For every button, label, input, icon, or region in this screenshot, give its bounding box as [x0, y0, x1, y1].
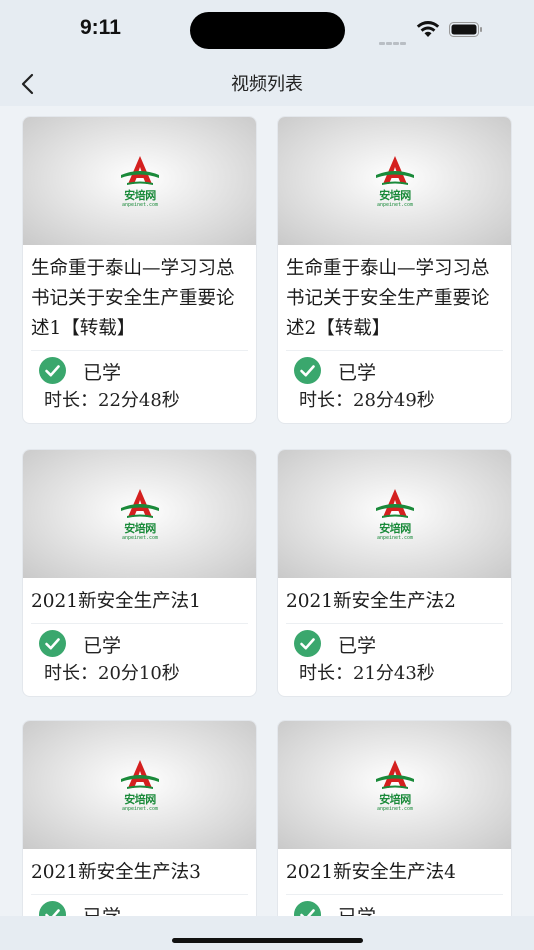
- study-status: 已学: [294, 895, 511, 916]
- logo-a-icon: [376, 760, 414, 789]
- video-duration: 时长：21分43秒: [299, 663, 435, 684]
- study-status: 已学: [39, 895, 256, 916]
- anpei-logo: 安培网 anpeinet.com: [370, 154, 420, 210]
- anpei-logo: 安培网 anpeinet.com: [370, 758, 420, 814]
- video-thumbnail[interactable]: 安培网 anpeinet.com: [23, 721, 256, 849]
- video-duration: 时长：22分48秒: [44, 390, 180, 411]
- logo-url: anpeinet.com: [376, 202, 414, 208]
- logo-text: 安培网: [124, 793, 156, 806]
- logo-text: 安培网: [379, 522, 411, 535]
- battery-icon: [449, 22, 482, 37]
- logo-text: 安培网: [124, 189, 156, 202]
- logo-url: anpeinet.com: [376, 806, 414, 812]
- video-card[interactable]: 安培网 anpeinet.com 生命重于泰山—学习习总书记关于安全生产重要论述…: [22, 116, 257, 424]
- video-title: 2021新安全生产法1: [31, 591, 201, 612]
- video-thumbnail[interactable]: 安培网 anpeinet.com: [278, 117, 511, 245]
- status-label: 已学: [338, 362, 377, 384]
- navigation-bar: 视频列表: [0, 60, 534, 106]
- status-label: 已学: [338, 635, 377, 657]
- video-thumbnail[interactable]: 安培网 anpeinet.com: [278, 450, 511, 578]
- checkmark-circle-icon: [294, 630, 321, 657]
- video-list[interactable]: 安培网 anpeinet.com 生命重于泰山—学习习总书记关于安全生产重要论述…: [0, 106, 534, 916]
- video-title: 生命重于泰山—学习习总书记关于安全生产重要论述1【转载】: [31, 258, 235, 339]
- status-label: 已学: [83, 635, 122, 657]
- video-thumbnail[interactable]: 安培网 anpeinet.com: [23, 450, 256, 578]
- status-label: 已学: [83, 362, 122, 384]
- video-duration: 时长：28分49秒: [299, 390, 435, 411]
- logo-url: anpeinet.com: [376, 535, 414, 541]
- checkmark-circle-icon: [294, 901, 321, 916]
- logo-url: anpeinet.com: [121, 202, 159, 208]
- video-title: 2021新安全生产法2: [286, 591, 456, 612]
- anpei-logo: 安培网 anpeinet.com: [115, 758, 165, 814]
- video-thumbnail[interactable]: 安培网 anpeinet.com: [23, 117, 256, 245]
- home-indicator[interactable]: [172, 938, 363, 943]
- study-status: 已学: [39, 351, 256, 389]
- page-title: 视频列表: [231, 74, 303, 95]
- status-bar: 9:11: [0, 0, 534, 60]
- status-label: 已学: [338, 902, 376, 916]
- video-card[interactable]: 安培网 anpeinet.com 2021新安全生产法3 已学: [22, 720, 257, 916]
- video-title: 2021新安全生产法3: [31, 862, 201, 883]
- cellular-signal-icon: [379, 30, 407, 49]
- logo-a-icon: [121, 489, 159, 518]
- home-area: [0, 916, 534, 950]
- video-duration: 时长：20分10秒: [44, 663, 180, 684]
- checkmark-circle-icon: [294, 357, 321, 384]
- anpei-logo: 安培网 anpeinet.com: [115, 154, 165, 210]
- checkmark-circle-icon: [39, 357, 66, 384]
- study-status: 已学: [294, 624, 511, 662]
- video-card[interactable]: 安培网 anpeinet.com 2021新安全生产法1 已学 时长：20分10…: [22, 449, 257, 697]
- logo-text: 安培网: [379, 793, 411, 806]
- video-title: 2021新安全生产法4: [286, 862, 456, 883]
- logo-url: anpeinet.com: [121, 806, 159, 812]
- study-status: 已学: [294, 351, 511, 389]
- status-time: 9:11: [80, 16, 121, 39]
- logo-text: 安培网: [379, 189, 411, 202]
- logo-a-icon: [376, 489, 414, 518]
- checkmark-circle-icon: [39, 901, 66, 916]
- logo-url: anpeinet.com: [121, 535, 159, 541]
- video-card[interactable]: 安培网 anpeinet.com 2021新安全生产法4 已学: [277, 720, 512, 916]
- video-title: 生命重于泰山—学习习总书记关于安全生产重要论述2【转载】: [286, 258, 490, 339]
- anpei-logo: 安培网 anpeinet.com: [115, 487, 165, 543]
- video-card[interactable]: 安培网 anpeinet.com 2021新安全生产法2 已学 时长：21分43…: [277, 449, 512, 697]
- study-status: 已学: [39, 624, 256, 662]
- logo-a-icon: [376, 156, 414, 185]
- checkmark-circle-icon: [39, 630, 66, 657]
- dynamic-island: [190, 12, 345, 49]
- anpei-logo: 安培网 anpeinet.com: [370, 487, 420, 543]
- video-card[interactable]: 安培网 anpeinet.com 生命重于泰山—学习习总书记关于安全生产重要论述…: [277, 116, 512, 424]
- video-thumbnail[interactable]: 安培网 anpeinet.com: [278, 721, 511, 849]
- logo-a-icon: [121, 156, 159, 185]
- wifi-icon: [416, 21, 440, 37]
- logo-a-icon: [121, 760, 159, 789]
- status-label: 已学: [83, 902, 121, 916]
- logo-text: 安培网: [124, 522, 156, 535]
